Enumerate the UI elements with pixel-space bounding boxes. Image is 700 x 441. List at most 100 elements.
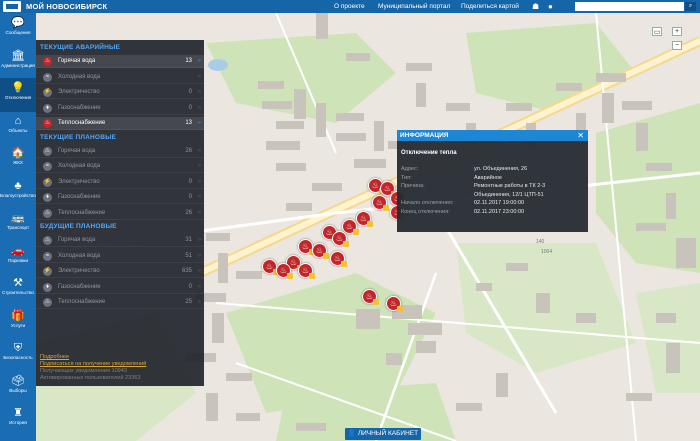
cold-water-icon: ≈: [43, 251, 52, 261]
outage-marker-icon[interactable]: ♨: [298, 263, 315, 279]
subscribe-link[interactable]: Подписаться на получение уведомлений: [40, 361, 146, 368]
outage-marker-icon[interactable]: ♨: [356, 211, 373, 227]
outage-row[interactable]: ⚡ Электричество 0 »: [36, 176, 204, 189]
outage-marker-icon[interactable]: ♨: [312, 243, 329, 259]
outage-row[interactable]: ⚡ Электричество 635 »: [36, 265, 204, 278]
sidebar-item-11[interactable]: 🗳 Выборы: [0, 371, 36, 405]
outage-row-count: 13: [185, 120, 192, 126]
outage-marker-icon[interactable]: ♨: [298, 239, 315, 255]
sidebar-item-label: Безопасность: [3, 355, 33, 360]
android-icon[interactable]: ☗: [532, 2, 539, 11]
outage-marker-icon[interactable]: ♨: [330, 251, 347, 267]
layers-icon[interactable]: ▭: [652, 27, 662, 36]
outage-marker-icon[interactable]: ♨: [332, 231, 349, 247]
outage-row[interactable]: ≈ Холодная вода »: [36, 71, 204, 84]
outage-row-count: 0: [188, 104, 192, 111]
popup-header: ИНФОРМАЦИЯ: [397, 130, 588, 141]
chevron-right-icon[interactable]: »: [198, 194, 201, 200]
search-input[interactable]: [575, 2, 684, 11]
outage-row-label: Холодная вода: [58, 163, 101, 169]
tree-icon: ♣: [14, 179, 22, 192]
chevron-right-icon[interactable]: »: [198, 105, 201, 111]
outage-row[interactable]: ♨ Горячая вода 31 »: [36, 234, 204, 247]
ballot-icon: 🗳: [11, 374, 25, 387]
gas-icon: ♦: [43, 282, 52, 292]
popup-title: Отключение тепла: [401, 150, 457, 156]
outage-row[interactable]: ♦ Газоснабжение 0 »: [36, 191, 204, 204]
outage-marker-icon[interactable]: ♨: [262, 259, 279, 275]
sidebar-item-7[interactable]: 🚗 Парковки: [0, 241, 36, 275]
outage-row[interactable]: ♦ Газоснабжение 0 »: [36, 281, 204, 294]
chevron-right-icon[interactable]: »: [198, 120, 201, 126]
chevron-right-icon[interactable]: »: [198, 148, 201, 154]
chevron-right-icon[interactable]: »: [198, 237, 201, 243]
sidebar-item-2[interactable]: 💡 Отключения: [0, 78, 36, 112]
bulb-icon: 💡: [11, 82, 25, 94]
outage-row[interactable]: ⚡ Электричество 0 »: [36, 86, 204, 99]
outage-row-label: Газоснабжение: [58, 194, 101, 200]
marker-badge-icon: [397, 306, 403, 312]
outage-marker-icon[interactable]: ♨: [362, 289, 379, 305]
sidebar-item-8[interactable]: ⚒ Строительство: [0, 273, 36, 307]
sidebar-item-9[interactable]: 🎁 Услуги: [0, 306, 36, 340]
chevron-right-icon[interactable]: »: [198, 268, 201, 274]
sidebar-item-10[interactable]: ⛨ Безопасность: [0, 338, 36, 372]
outage-row-count: 26: [185, 147, 192, 154]
outage-row[interactable]: ≈ Холодная вода 51 »: [36, 250, 204, 263]
gas-icon: ♦: [43, 193, 52, 202]
more-link[interactable]: Подробнее: [40, 354, 146, 361]
heating-icon: ♨: [43, 119, 52, 128]
outage-row[interactable]: ♨ Горячая вода 13 »: [36, 55, 204, 68]
car-icon: 🚗: [11, 244, 25, 257]
panel-footer: Подробнее Подписаться на получение уведо…: [40, 354, 146, 382]
chevron-right-icon[interactable]: »: [198, 299, 201, 305]
chevron-right-icon[interactable]: »: [198, 89, 201, 95]
outage-marker-icon[interactable]: ♨: [386, 296, 403, 312]
close-icon[interactable]: ✕: [577, 131, 584, 140]
sidebar-item-label: Выборы: [9, 387, 27, 393]
personal-account-label: ЛИЧНЫЙ КАБИНЕТ: [357, 430, 419, 437]
chevron-right-icon[interactable]: »: [198, 210, 201, 216]
outage-marker-icon[interactable]: ♨: [276, 263, 293, 279]
sidebar-item-12[interactable]: ♜ История: [0, 403, 36, 437]
chevron-right-icon[interactable]: »: [198, 74, 201, 80]
electricity-icon: ⚡: [43, 267, 52, 276]
nav-link-portal[interactable]: Муниципальный портал: [378, 3, 450, 10]
outage-marker-icon[interactable]: ♨: [372, 195, 389, 211]
sidebar-item-5[interactable]: ♣ Благоустройство: [0, 176, 36, 210]
nav-link-about[interactable]: О проекте: [334, 3, 365, 10]
outage-row[interactable]: ♨ Горячая вода 26 »: [36, 145, 204, 158]
outage-row[interactable]: ♨ Теплоснабжение 26 »: [36, 207, 204, 220]
popup-field-key: Конец отключения:: [401, 208, 450, 215]
outage-row[interactable]: ≈ Холодная вода »: [36, 160, 204, 173]
chevron-right-icon[interactable]: »: [198, 179, 201, 185]
zoom-out-button[interactable]: −: [672, 41, 682, 50]
nav-link-share[interactable]: Поделиться картой: [461, 3, 519, 10]
outage-row[interactable]: ♨ Теплоснабжение 13 »: [36, 117, 204, 130]
chevron-right-icon[interactable]: »: [198, 163, 201, 169]
personal-account-button[interactable]: 👤 ЛИЧНЫЙ КАБИНЕТ: [345, 428, 421, 440]
home-icon: ⌂: [14, 114, 22, 127]
chevron-right-icon[interactable]: »: [198, 58, 201, 64]
outage-row-label: Холодная вода: [58, 73, 101, 80]
sidebar-item-0[interactable]: 💬 Сообщения: [0, 13, 36, 47]
chevron-right-icon[interactable]: »: [198, 284, 201, 290]
sidebar-item-4[interactable]: 🏠 ЖКХ: [0, 143, 36, 177]
popup-field-key: Адрес:: [401, 166, 419, 172]
gas-icon: ♦: [43, 103, 52, 113]
outage-row[interactable]: ♦ Газоснабжение 0 »: [36, 102, 204, 115]
sidebar-item-3[interactable]: ⌂ Объекты: [0, 111, 36, 145]
sidebar-item-6[interactable]: 🚌 Транспорт: [0, 208, 36, 242]
search-icon[interactable]: ⌕: [685, 2, 696, 11]
logo[interactable]: [3, 1, 21, 12]
hot-water-icon: ♨: [43, 236, 52, 245]
app-title[interactable]: МОЙ НОВОСИБИРСК: [26, 2, 107, 11]
shield-icon: ⛨: [13, 342, 23, 354]
outage-row-count: 0: [188, 283, 192, 290]
outage-row[interactable]: ♨ Теплоснабжение 25 »: [36, 296, 204, 309]
zoom-in-button[interactable]: +: [672, 27, 682, 36]
chevron-right-icon[interactable]: »: [198, 253, 201, 259]
popup-field-key: Тип:: [401, 174, 412, 181]
sidebar-item-1[interactable]: 🏛 Администрация: [0, 46, 36, 80]
apple-icon[interactable]: ●: [548, 2, 553, 11]
